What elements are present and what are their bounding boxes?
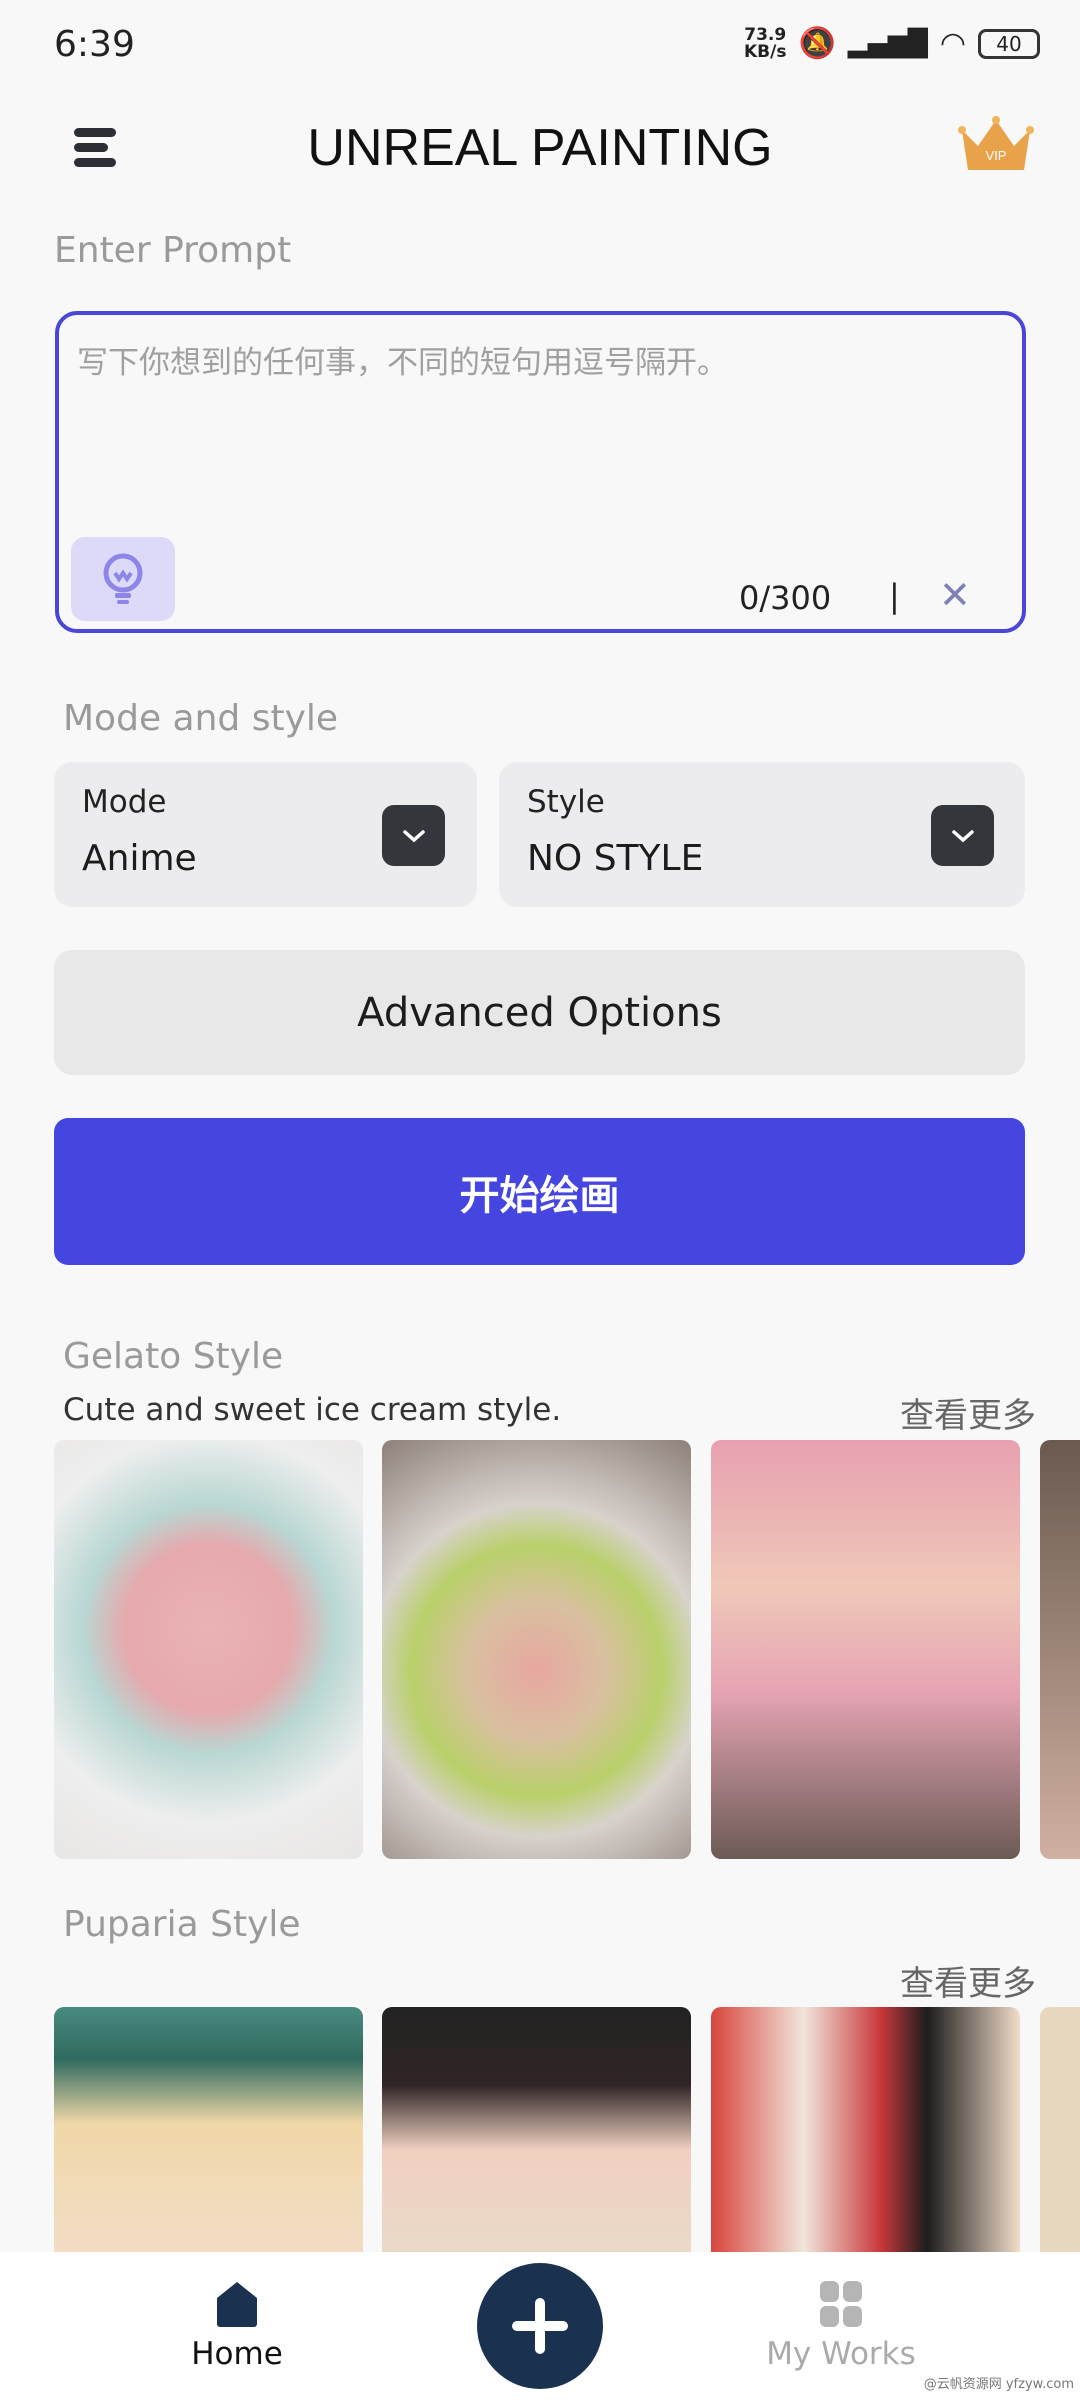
mode-label: Mode: [82, 784, 167, 820]
char-count: 0/300: [739, 579, 832, 617]
divider: |: [889, 577, 900, 615]
see-more-link[interactable]: 查看更多: [900, 1956, 1036, 2005]
style-image[interactable]: [54, 1440, 363, 1859]
nav-home-label: Home: [191, 2336, 283, 2372]
mode-dropdown[interactable]: Mode Anime: [54, 762, 477, 907]
style-image[interactable]: [711, 1440, 1020, 1859]
style-value: NO STYLE: [527, 838, 704, 879]
style-label: Style: [527, 784, 605, 820]
add-button[interactable]: [477, 2263, 603, 2389]
signal-icon: ▂▄▆█: [847, 28, 928, 59]
prompt-label: Enter Prompt: [54, 230, 292, 271]
section-title: Gelato Style: [63, 1336, 284, 1377]
clear-icon[interactable]: ✕: [939, 573, 971, 617]
chevron-down-icon[interactable]: [931, 805, 994, 866]
app-title: UNREAL PAINTING: [307, 119, 773, 177]
status-icons: 73.9 KB/s 🔕 ▂▄▆█ ◠ 40: [744, 26, 1040, 61]
style-image[interactable]: [1040, 1440, 1080, 1859]
prompt-input[interactable]: 写下你想到的任何事，不同的短句用逗号隔开。 0/300 | ✕: [55, 311, 1026, 633]
see-more-link[interactable]: 查看更多: [900, 1388, 1036, 1437]
battery-icon: 40: [978, 28, 1040, 59]
bottom-nav: Home My Works @云帆资源网 yfzyw.com: [0, 2252, 1080, 2400]
grid-icon: [820, 2281, 862, 2327]
style-image[interactable]: [711, 2007, 1020, 2267]
section-subtitle: Cute and sweet ice cream style.: [63, 1392, 562, 1428]
chevron-down-icon[interactable]: [382, 805, 445, 866]
style-image[interactable]: [54, 2007, 363, 2267]
mode-value: Anime: [82, 838, 197, 879]
lightbulb-icon: [103, 553, 143, 604]
home-icon: [217, 2282, 257, 2327]
advanced-options-button[interactable]: Advanced Options: [54, 950, 1025, 1075]
inspiration-button[interactable]: [71, 537, 175, 621]
wifi-icon: ◠: [939, 26, 966, 61]
prompt-placeholder: 写下你想到的任何事，不同的短句用逗号隔开。: [77, 345, 728, 381]
mute-bell-icon: 🔕: [798, 26, 836, 61]
nav-home[interactable]: Home: [137, 2280, 337, 2372]
style-image[interactable]: [382, 1440, 691, 1859]
section-title: Puparia Style: [63, 1904, 301, 1945]
vip-crown-icon[interactable]: VIP: [958, 116, 1034, 180]
plus-icon: [512, 2298, 568, 2354]
svg-text:VIP: VIP: [986, 148, 1007, 163]
start-painting-button[interactable]: 开始绘画: [54, 1118, 1025, 1265]
status-time: 6:39: [54, 24, 135, 65]
network-speed: 73.9 KB/s: [744, 24, 787, 62]
style-image[interactable]: [1040, 2007, 1080, 2267]
mode-style-label: Mode and style: [63, 698, 339, 739]
nav-my-works[interactable]: My Works: [741, 2280, 941, 2372]
style-image[interactable]: [382, 2007, 691, 2267]
style-dropdown[interactable]: Style NO STYLE: [499, 762, 1025, 907]
nav-works-label: My Works: [766, 2336, 916, 2372]
watermark: @云帆资源网 yfzyw.com: [923, 2377, 1074, 2392]
